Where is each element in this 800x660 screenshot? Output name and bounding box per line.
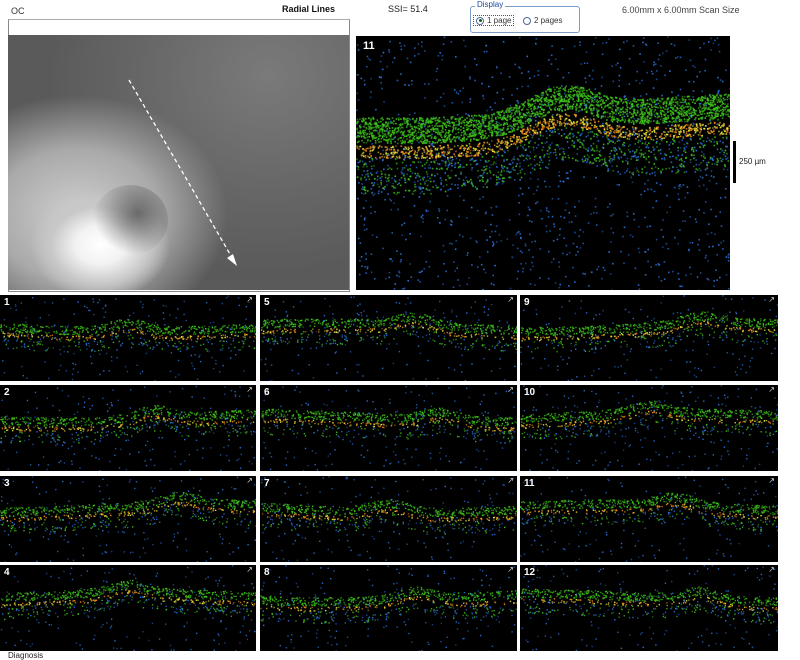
scan-direction-icon: ↗ bbox=[768, 477, 775, 485]
bscan-thumbnail-number: 11 bbox=[524, 478, 535, 489]
main-bscan-image bbox=[356, 36, 730, 290]
bscan-thumbnail[interactable]: 6↗ bbox=[260, 385, 517, 471]
eye-label: OC bbox=[11, 6, 25, 16]
bscan-thumbnail-image bbox=[520, 385, 778, 471]
display-legend: Display bbox=[475, 0, 505, 9]
fundus-image[interactable] bbox=[8, 35, 349, 290]
display-1-page-radio[interactable]: 1 page bbox=[474, 16, 513, 25]
scan-direction-icon: ↗ bbox=[507, 477, 514, 485]
scan-direction-arrow-icon bbox=[227, 254, 237, 266]
bscan-thumbnail-number: 5 bbox=[264, 297, 270, 308]
bscan-thumbnail[interactable]: 1↗ bbox=[0, 295, 256, 381]
scan-direction-icon: ↗ bbox=[246, 386, 253, 394]
bscan-thumbnail[interactable]: 4↗ bbox=[0, 565, 256, 651]
scan-type-title: Radial Lines bbox=[282, 4, 335, 14]
bscan-thumbnail[interactable]: 3↗ bbox=[0, 476, 256, 562]
bscan-thumbnail-image bbox=[0, 295, 256, 381]
scale-bar-label: 250 µm bbox=[739, 157, 766, 166]
bscan-thumbnail-number: 3 bbox=[4, 478, 10, 489]
scan-direction-icon: ↗ bbox=[507, 566, 514, 574]
scan-size-label: 6.00mm x 6.00mm Scan Size bbox=[622, 5, 740, 15]
scan-direction-icon: ↗ bbox=[507, 296, 514, 304]
scan-line-overlay bbox=[8, 35, 349, 290]
bscan-thumbnail-image bbox=[520, 295, 778, 381]
scan-direction-icon: ↗ bbox=[768, 296, 775, 304]
radio-selected-icon bbox=[476, 17, 484, 25]
bscan-thumbnail-image bbox=[260, 476, 517, 562]
bscan-thumbnail[interactable]: 12 ↗ bbox=[520, 565, 778, 651]
bscan-thumbnail-image bbox=[260, 295, 517, 381]
scan-line bbox=[129, 80, 234, 261]
bscan-thumbnail-image bbox=[0, 565, 256, 651]
bscan-thumbnail-number: 7 bbox=[264, 478, 270, 489]
scan-direction-icon: ↗ bbox=[246, 566, 253, 574]
bscan-thumbnail[interactable]: 7↗ bbox=[260, 476, 517, 562]
bscan-thumbnail-number: 2 bbox=[4, 387, 10, 398]
signal-strength-index: SSI= 51.4 bbox=[388, 4, 428, 14]
scan-direction-icon: ↗ bbox=[507, 386, 514, 394]
bscan-thumbnail-image bbox=[0, 476, 256, 562]
main-bscan-number: 11 bbox=[363, 40, 375, 52]
display-2-pages-radio[interactable]: 2 pages bbox=[523, 16, 562, 25]
scan-direction-icon: ↗ bbox=[246, 477, 253, 485]
bscan-thumbnail[interactable]: 2↗ bbox=[0, 385, 256, 471]
bscan-thumbnail-image bbox=[520, 565, 778, 651]
bscan-thumbnail-number: 4 bbox=[4, 567, 10, 578]
bscan-thumbnail[interactable]: 5↗ bbox=[260, 295, 517, 381]
bscan-thumbnail-image bbox=[260, 565, 517, 651]
bscan-thumbnail[interactable]: 11 ↗ bbox=[520, 476, 778, 562]
bscan-thumbnail[interactable]: 10 ↗ bbox=[520, 385, 778, 471]
bscan-thumbnail-image bbox=[260, 385, 517, 471]
radio-label: 2 pages bbox=[534, 16, 562, 25]
bscan-thumbnail[interactable]: 9↗ bbox=[520, 295, 778, 381]
scan-direction-icon: ↗ bbox=[768, 386, 775, 394]
bscan-thumbnail[interactable]: 8↗ bbox=[260, 565, 517, 651]
scan-direction-icon: ↗ bbox=[768, 566, 775, 574]
radio-unselected-icon bbox=[523, 17, 531, 25]
bscan-thumbnail-number: 12 bbox=[524, 567, 535, 578]
bscan-thumbnail-number: 1 bbox=[4, 297, 10, 308]
bscan-thumbnail-number: 6 bbox=[264, 387, 270, 398]
scan-direction-icon: ↗ bbox=[246, 296, 253, 304]
radio-label: 1 page bbox=[487, 16, 511, 25]
bscan-thumbnail-image bbox=[0, 385, 256, 471]
main-bscan[interactable]: 11 bbox=[356, 36, 730, 290]
bscan-thumbnail-number: 8 bbox=[264, 567, 270, 578]
scale-bar bbox=[733, 141, 736, 183]
bscan-thumbnail-image bbox=[520, 476, 778, 562]
footer-label: Diagnosis bbox=[8, 651, 43, 660]
bscan-thumbnail-number: 10 bbox=[524, 387, 535, 398]
bscan-thumbnail-number: 9 bbox=[524, 297, 530, 308]
display-options-group: Display 1 page 2 pages bbox=[470, 6, 580, 33]
